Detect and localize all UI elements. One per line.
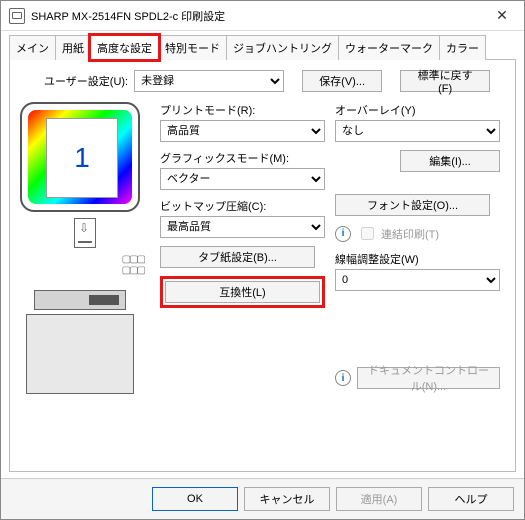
- dialog-footer: OK キャンセル 適用(A) ヘルプ: [1, 478, 524, 519]
- preview-page-number: 1: [74, 142, 90, 174]
- info-icon-2[interactable]: i: [335, 370, 351, 386]
- cancel-button[interactable]: キャンセル: [244, 487, 330, 511]
- save-button[interactable]: 保存(V)...: [302, 70, 382, 92]
- printer-image: [20, 280, 140, 400]
- tab-paper[interactable]: 用紙: [55, 35, 91, 60]
- overlay-select[interactable]: なし: [335, 120, 500, 142]
- bitmap-select[interactable]: 最高品質: [160, 216, 325, 238]
- titlebar: SHARP MX-2514FN SPDL2-c 印刷設定 ✕: [1, 1, 524, 31]
- tab-special[interactable]: 特別モード: [158, 35, 227, 60]
- duplex-icon: [74, 218, 96, 248]
- linked-print-label: 連結印刷(T): [381, 226, 439, 242]
- user-settings-select[interactable]: 未登録: [134, 70, 284, 92]
- compatibility-button[interactable]: 互換性(L): [165, 281, 320, 303]
- tab-job-handling[interactable]: ジョブハントリング: [226, 35, 339, 60]
- collate-icon: ▢▢▢▢▢▢: [20, 254, 150, 276]
- tab-color[interactable]: カラー: [439, 35, 486, 60]
- document-control-button: ドキュメントコントロール(N)...: [357, 367, 500, 389]
- apply-button: 適用(A): [336, 487, 422, 511]
- overlay-label: オーバーレイ(Y): [335, 102, 500, 118]
- page-preview: 1: [20, 102, 140, 212]
- tab-watermark[interactable]: ウォーターマーク: [338, 35, 440, 60]
- info-icon[interactable]: i: [335, 226, 351, 242]
- graphics-mode-label: グラフィックスモード(M):: [160, 150, 325, 166]
- print-mode-label: プリントモード(R):: [160, 102, 325, 118]
- printer-icon: [9, 8, 25, 24]
- tab-main[interactable]: メイン: [9, 35, 56, 60]
- tab-paper-settings-button[interactable]: タブ紙設定(B)...: [160, 246, 315, 268]
- tab-advanced[interactable]: 高度な設定: [90, 35, 159, 60]
- graphics-mode-select[interactable]: ベクター: [160, 168, 325, 190]
- restore-defaults-button[interactable]: 標準に戻す(F): [400, 70, 490, 92]
- overlay-edit-button[interactable]: 編集(I)...: [400, 150, 500, 172]
- ok-button[interactable]: OK: [152, 487, 238, 511]
- linewidth-select[interactable]: 0: [335, 269, 500, 291]
- window-title: SHARP MX-2514FN SPDL2-c 印刷設定: [31, 8, 480, 24]
- user-settings-label: ユーザー設定(U):: [44, 73, 128, 89]
- print-mode-select[interactable]: 高品質: [160, 120, 325, 142]
- help-button[interactable]: ヘルプ: [428, 487, 514, 511]
- linked-print-checkbox: [361, 227, 374, 240]
- tab-panel-advanced: ユーザー設定(U): 未登録 保存(V)... 標準に戻す(F) 1 ▢▢▢▢▢…: [9, 59, 516, 472]
- highlight-compat: 互換性(L): [160, 276, 325, 308]
- tab-strip: メイン 用紙 高度な設定 特別モード ジョブハントリング ウォーターマーク カラ…: [1, 31, 524, 60]
- close-button[interactable]: ✕: [480, 2, 524, 30]
- bitmap-label: ビットマップ圧縮(C):: [160, 198, 325, 214]
- font-settings-button[interactable]: フォント設定(O)...: [335, 194, 490, 216]
- linewidth-label: 線幅調整設定(W): [335, 251, 500, 267]
